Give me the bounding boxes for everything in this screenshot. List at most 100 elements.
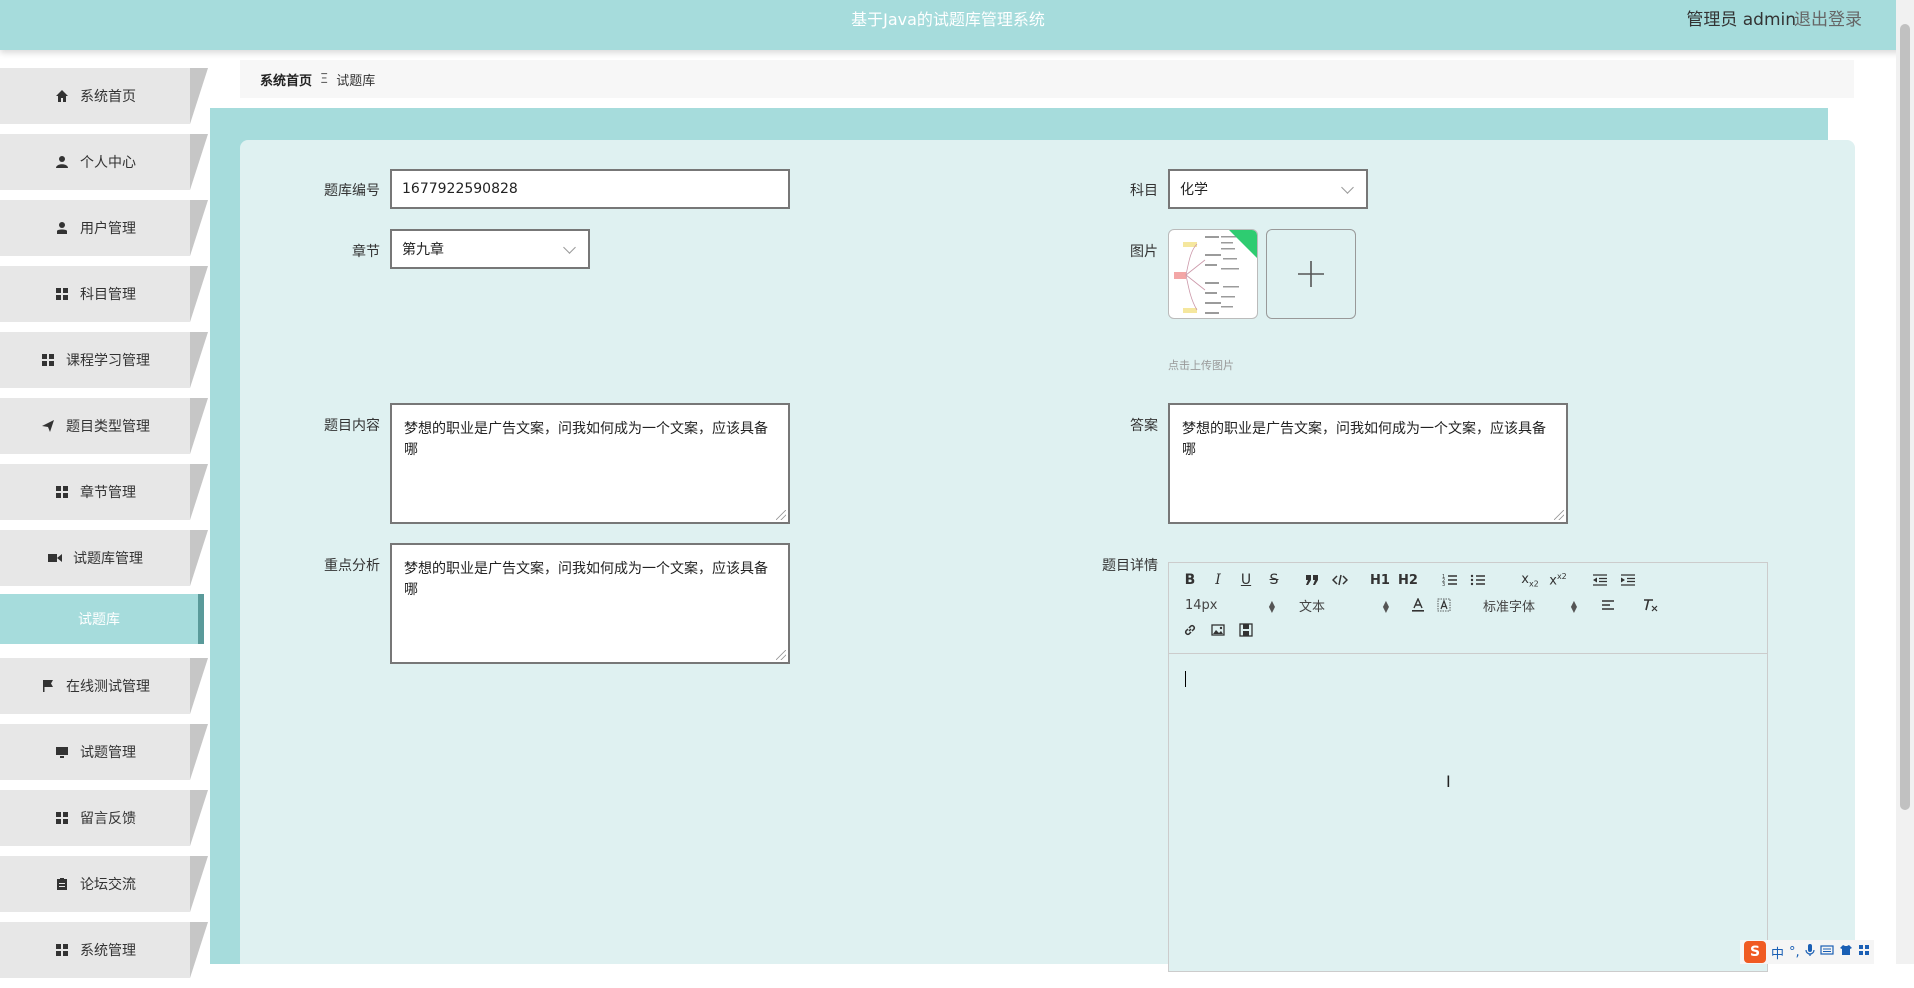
upload-image-button[interactable]	[1266, 229, 1356, 319]
grid-icon	[54, 484, 70, 500]
sidebar-item-label: 题目类型管理	[66, 419, 150, 435]
scrollbar-thumb[interactable]	[1900, 24, 1910, 810]
link-button[interactable]	[1179, 619, 1201, 641]
flag-icon	[40, 678, 56, 694]
keyboard-icon[interactable]	[1820, 944, 1834, 960]
blockquote-button[interactable]	[1301, 569, 1323, 591]
resize-grip-icon[interactable]	[1554, 510, 1564, 520]
sidebar-item-users[interactable]: 用户管理	[0, 200, 208, 256]
top-bar: 基于Java的试题库管理系统 管理员 admin 退出登录	[0, 0, 1914, 50]
subscript-button[interactable]: xx2	[1519, 569, 1541, 591]
resize-grip-icon[interactable]	[776, 510, 786, 520]
sidebar-item-label: 个人中心	[80, 155, 136, 171]
sidebar-item-questions[interactable]: 试题管理	[0, 724, 208, 780]
sidebar-item-online-test[interactable]: 在线测试管理	[0, 658, 208, 714]
resize-grip-icon[interactable]	[776, 650, 786, 660]
sidebar-item-chapters[interactable]: 章节管理	[0, 464, 208, 520]
sidebar-item-forum[interactable]: 论坛交流	[0, 856, 208, 912]
font-color-button[interactable]	[1407, 594, 1429, 616]
ime-punctuation[interactable]: °,	[1789, 945, 1800, 960]
sidebar-item-label: 章节管理	[80, 485, 136, 501]
upload-success-badge	[1229, 230, 1257, 258]
chapter-select[interactable]: 第九章	[390, 229, 590, 269]
font-size-select[interactable]: 14px ▲ ▼	[1185, 597, 1275, 614]
video-button[interactable]	[1235, 619, 1257, 641]
code-button[interactable]	[1329, 569, 1351, 591]
bank-no-input[interactable]: 1677922590828	[390, 169, 790, 209]
user-icon	[54, 154, 70, 170]
indent-button[interactable]	[1617, 569, 1639, 591]
image-button[interactable]	[1207, 619, 1229, 641]
superscript-button[interactable]: xx2	[1547, 569, 1569, 591]
outdent-button[interactable]	[1589, 569, 1611, 591]
microphone-icon[interactable]	[1805, 943, 1815, 961]
monitor-icon	[54, 744, 70, 760]
heading1-button[interactable]: H1	[1369, 569, 1391, 591]
underline-icon: U	[1240, 572, 1252, 588]
sidebar-item-label: 留言反馈	[80, 811, 136, 827]
heading2-button[interactable]: H2	[1397, 569, 1419, 591]
sogou-logo-icon[interactable]: S	[1744, 941, 1766, 963]
toolbox-icon[interactable]	[1858, 944, 1870, 960]
bold-button[interactable]: B	[1179, 569, 1201, 591]
vertical-scrollbar[interactable]	[1896, 0, 1914, 964]
sidebar: 系统首页 个人中心 用户管理 科目管理 课程学习管理 题目类型管理 章节管理 试…	[0, 68, 210, 988]
bullet-list-icon	[1470, 574, 1485, 586]
video-icon	[47, 550, 63, 566]
ime-language[interactable]: 中	[1771, 943, 1784, 962]
plus-icon	[1298, 261, 1324, 287]
background-color-button[interactable]	[1433, 594, 1455, 616]
h1-icon: H1	[1370, 572, 1390, 588]
clear-format-button[interactable]	[1639, 594, 1661, 616]
content-label: 题目内容	[324, 418, 380, 434]
app-title: 基于Java的试题库管理系统	[851, 10, 1045, 29]
subscript-icon: xx2	[1521, 571, 1539, 589]
clear-format-icon	[1644, 599, 1658, 612]
updown-icon: ▲ ▼	[1268, 599, 1275, 614]
answer-textarea[interactable]: 梦想的职业是广告文案，问我如何成为一个文案，应该具备哪	[1168, 403, 1568, 524]
underline-button[interactable]: U	[1235, 569, 1257, 591]
clipboard-icon	[54, 876, 70, 892]
image-label: 图片	[1130, 244, 1158, 260]
analysis-textarea[interactable]: 梦想的职业是广告文案，问我如何成为一个文案，应该具备哪	[390, 543, 790, 664]
answer-value: 梦想的职业是广告文案，问我如何成为一个文案，应该具备哪	[1182, 421, 1546, 458]
sidebar-item-question-types[interactable]: 题目类型管理	[0, 398, 208, 454]
sidebar-item-label: 在线测试管理	[66, 679, 150, 695]
sidebar-item-label: 系统首页	[80, 89, 136, 105]
subject-value: 化学	[1180, 182, 1208, 198]
sidebar-item-feedback[interactable]: 留言反馈	[0, 790, 208, 846]
h2-icon: H2	[1398, 572, 1418, 588]
uploaded-image-thumbnail[interactable]	[1168, 229, 1258, 319]
strikethrough-button[interactable]: S	[1263, 569, 1285, 591]
italic-button[interactable]: I	[1207, 569, 1229, 591]
breadcrumb-home[interactable]: 系统首页	[260, 70, 312, 89]
ordered-list-button[interactable]: 123	[1439, 569, 1461, 591]
subject-select[interactable]: 化学	[1168, 169, 1368, 209]
align-button[interactable]	[1597, 594, 1619, 616]
skin-icon[interactable]	[1839, 944, 1853, 960]
sidebar-item-subjects[interactable]: 科目管理	[0, 266, 208, 322]
sidebar-item-courses[interactable]: 课程学习管理	[0, 332, 208, 388]
sidebar-item-profile[interactable]: 个人中心	[0, 134, 208, 190]
upload-tip: 点击上传图片	[1168, 359, 1234, 372]
bank-no-label: 题库编号	[324, 183, 380, 199]
link-icon	[1184, 624, 1196, 636]
breadcrumb-separator: Ξ	[320, 71, 329, 87]
editor-content-area[interactable]	[1169, 654, 1767, 971]
sidebar-item-system[interactable]: 系统管理	[0, 922, 208, 978]
bullet-list-button[interactable]	[1467, 569, 1489, 591]
logout-link[interactable]: 退出登录	[1794, 0, 1862, 40]
sidebar-item-home[interactable]: 系统首页	[0, 68, 208, 124]
rich-text-editor: B I U S H1 H2 123 xx2 xx2 14px ▲ ▼ 文本 ▲ …	[1168, 562, 1768, 972]
align-left-icon	[1602, 600, 1614, 610]
block-type-select[interactable]: 文本 ▲ ▼	[1299, 597, 1389, 615]
home-icon	[54, 88, 70, 104]
outdent-icon	[1593, 574, 1607, 586]
chapter-label: 章节	[352, 244, 380, 260]
breadcrumb: 系统首页 Ξ 试题库	[240, 60, 1854, 98]
content-textarea[interactable]: 梦想的职业是广告文案，问我如何成为一个文案，应该具备哪	[390, 403, 790, 524]
sidebar-subitem-question-bank[interactable]: 试题库	[0, 594, 204, 644]
font-family-select[interactable]: 标准字体 ▲ ▼	[1483, 597, 1577, 615]
chevron-down-icon	[1341, 181, 1354, 194]
sidebar-item-question-bank[interactable]: 试题库管理	[0, 530, 208, 586]
